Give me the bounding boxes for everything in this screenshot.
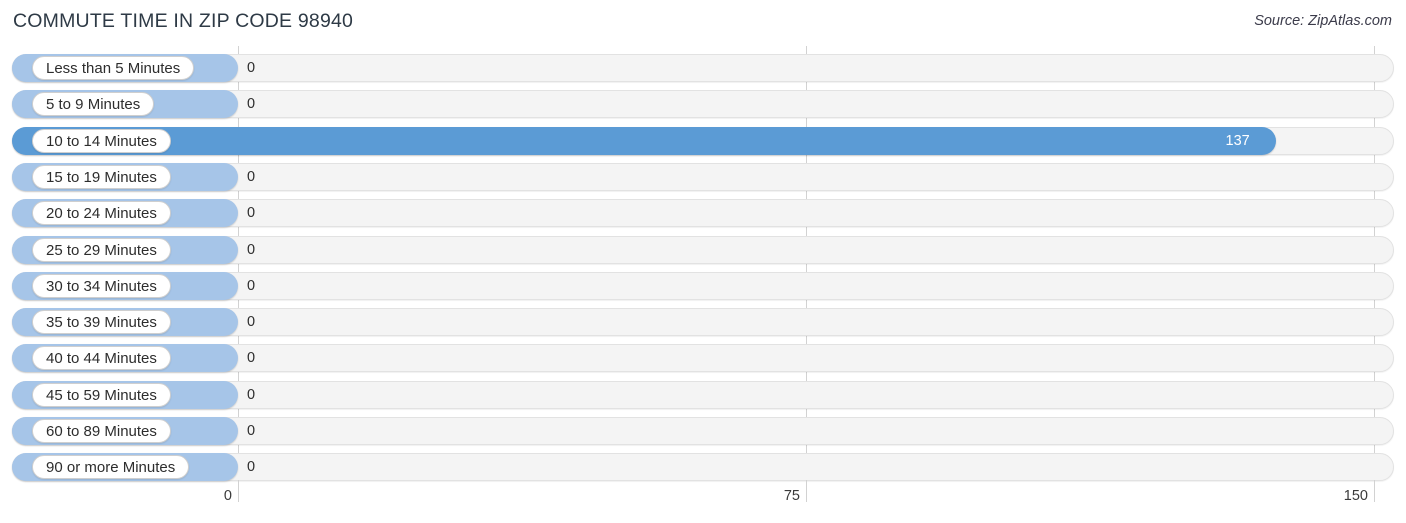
value-label: 0 [247,423,256,439]
chart-header: COMMUTE TIME IN ZIP CODE 98940 Source: Z… [0,0,1406,46]
chart-row[interactable]: 45 to 59 Minutes 0 [12,380,1394,409]
axis-tick-mark [1374,480,1375,502]
category-label: 60 to 89 Minutes [32,419,171,443]
chart-row[interactable]: 90 or more Minutes 0 [12,453,1394,482]
chart-row[interactable]: 25 to 29 Minutes 0 [12,235,1394,264]
chart-row[interactable]: Less than 5 Minutes 0 [12,54,1394,82]
chart-row[interactable]: 5 to 9 Minutes 0 [12,90,1394,119]
axis-tick-label: 75 [783,488,800,504]
value-label: 0 [247,241,256,258]
category-label: 30 to 34 Minutes [32,273,171,298]
category-label: 40 to 44 Minutes [32,346,171,371]
value-label: 0 [247,386,256,403]
value-label: 0 [247,205,256,222]
value-bar[interactable] [12,126,1276,155]
category-label: 10 to 14 Minutes [32,128,171,153]
category-label: 90 or more Minutes [32,455,190,480]
source-attribution: Source: ZipAtlas.com [1254,13,1392,29]
page-title: COMMUTE TIME IN ZIP CODE 98940 [13,10,354,32]
chart-plot-area: Less than 5 Minutes 0 5 to 9 Minutes 0 10 to… [0,46,1406,488]
axis-tick-label: 0 [223,488,232,504]
chart-row[interactable]: 40 to 44 Minutes 0 [12,344,1394,373]
value-label: 0 [247,277,256,294]
category-label: 45 to 59 Minutes [32,382,171,407]
value-label: 0 [247,96,256,113]
value-label: 0 [247,350,256,367]
chart-row[interactable]: 30 to 34 Minutes 0 [12,271,1394,300]
axis-tick-mark [238,480,239,502]
category-label: 5 to 9 Minutes [32,92,155,117]
category-label: 20 to 24 Minutes [32,201,171,226]
chart-row[interactable]: 20 to 24 Minutes 0 [12,199,1394,228]
chart-row[interactable]: 35 to 39 Minutes 0 [12,308,1394,337]
axis-tick-label: 150 [1343,488,1368,504]
category-label: Less than 5 Minutes [32,56,195,80]
value-label: 0 [247,314,256,331]
value-label: 0 [247,60,256,76]
axis-tick-mark [806,480,807,502]
chart-row[interactable]: 60 to 89 Minutes 0 [12,417,1394,445]
value-label: 137 [1225,132,1250,149]
chart-row[interactable]: 15 to 19 Minutes 0 [12,162,1394,191]
chart-row[interactable]: 10 to 14 Minutes 137 [12,126,1394,155]
category-label: 35 to 39 Minutes [32,310,171,335]
category-label: 25 to 29 Minutes [32,237,171,262]
category-label: 15 to 19 Minutes [32,164,171,189]
value-label: 0 [247,168,256,185]
x-axis: 0 75 150 [0,480,1406,523]
value-label: 0 [247,459,256,476]
